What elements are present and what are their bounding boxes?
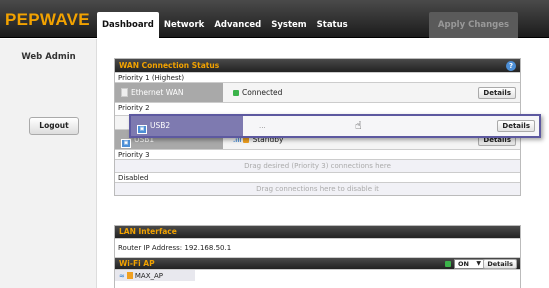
main-tabs: Dashboard Network Advanced System Status xyxy=(97,12,353,38)
wifi-ap-header: Wi-Fi AP ON ▼ Details xyxy=(115,257,520,269)
logout-button[interactable]: Logout xyxy=(29,117,79,135)
ethernet-wan-status-text: Connected xyxy=(242,88,283,97)
help-icon[interactable]: ? xyxy=(506,60,516,71)
priority-3-drop-zone[interactable]: Drag desired (Priority 3) connections he… xyxy=(115,159,520,172)
connected-status-icon xyxy=(233,90,239,96)
disabled-label: Disabled xyxy=(115,172,520,182)
lock-icon xyxy=(126,272,133,279)
ethernet-wan-details-button[interactable]: Details xyxy=(478,87,516,99)
chevron-down-icon: ▼ xyxy=(476,260,481,267)
tab-dashboard[interactable]: Dashboard xyxy=(97,12,159,38)
pepwave-logo: PEPWAVE xyxy=(5,10,90,29)
usb2-dragged-row[interactable]: ▣ USB2 ... ☝ Details xyxy=(129,114,541,138)
wifi-icon: ≈ xyxy=(119,272,125,280)
priority-3-label: Priority 3 xyxy=(115,149,520,159)
usb-modem-icon: ▣ xyxy=(137,125,147,134)
router-ip-row: Router IP Address: 192.168.50.1 xyxy=(115,238,520,257)
usb2-name[interactable]: ▣ USB2 xyxy=(131,116,243,136)
ssid-name: MAX_AP xyxy=(134,272,164,280)
lan-panel-header: LAN Interface xyxy=(115,226,520,238)
tab-status[interactable]: Status xyxy=(312,12,353,38)
wifi-status-icon xyxy=(445,261,451,267)
wifi-on-value: ON xyxy=(458,260,469,268)
tab-advanced[interactable]: Advanced xyxy=(209,12,266,38)
apply-changes-button[interactable]: Apply Changes xyxy=(429,12,518,38)
sidebar-title: Web Admin xyxy=(21,52,76,62)
grab-cursor-icon: ☝ xyxy=(355,119,362,132)
wan-panel-header: WAN Connection Status ? xyxy=(115,59,520,72)
disabled-drop-zone[interactable]: Drag connections here to disable it xyxy=(115,182,520,195)
wifi-on-select[interactable]: ON ▼ xyxy=(454,259,484,269)
usb2-label: USB2 xyxy=(150,121,171,130)
ethernet-port-icon xyxy=(121,88,128,97)
ethernet-wan-label: Ethernet WAN xyxy=(131,88,184,97)
usb-modem-icon: ▣ xyxy=(121,139,131,148)
top-nav-bar: PEPWAVE Dashboard Network Advanced Syste… xyxy=(0,0,549,38)
lan-interface-panel: LAN Interface Router IP Address: 192.168… xyxy=(114,225,521,288)
ethernet-wan-name[interactable]: Ethernet WAN xyxy=(115,83,223,102)
lan-panel-title: LAN Interface xyxy=(119,227,177,236)
ethernet-wan-status: Connected xyxy=(233,83,282,102)
usb2-details-button[interactable]: Details xyxy=(497,120,535,132)
wifi-ap-title: Wi-Fi AP xyxy=(119,259,155,268)
tab-network[interactable]: Network xyxy=(159,12,209,38)
ssid-cell[interactable]: ≈ MAX_AP xyxy=(115,270,195,281)
left-sidebar: Web Admin Logout xyxy=(0,39,97,288)
wifi-ssid-row: ≈ MAX_AP xyxy=(115,269,520,281)
priority-1-label: Priority 1 (Highest) xyxy=(115,72,520,82)
usb2-status-text: ... xyxy=(259,122,266,130)
wifi-details-button[interactable]: Details xyxy=(483,259,517,269)
tab-system[interactable]: System xyxy=(266,12,311,38)
wan-panel-title: WAN Connection Status xyxy=(119,61,220,70)
ethernet-wan-row[interactable]: Ethernet WAN Connected Details xyxy=(115,82,520,102)
